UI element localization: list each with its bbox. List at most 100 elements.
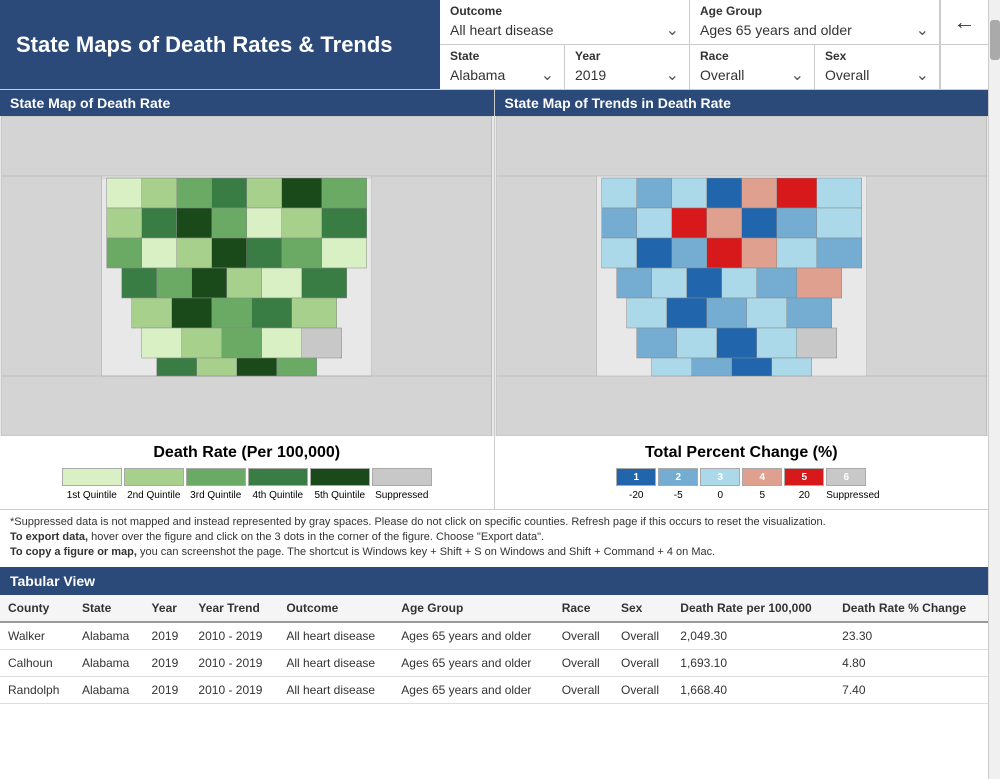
race-filter[interactable]: Race Overall ⌄ [690,45,815,89]
table-header-row: County State Year Year Trend Outcome Age… [0,595,988,622]
trend-legend-box: 1 [616,468,656,486]
death-rate-legend-title: Death Rate (Per 100,000) [10,444,484,462]
table-cell: Overall [554,650,613,677]
legend-box [62,468,122,486]
scrollbar[interactable] [988,0,1000,779]
table-cell: All heart disease [278,622,393,650]
outcome-value: All heart disease [450,22,554,38]
table-cell: Calhoun [0,650,74,677]
outcome-filter[interactable]: Outcome All heart disease ⌄ [440,0,690,44]
note-export-bold: To export data, [10,531,88,543]
table-container[interactable]: County State Year Year Trend Outcome Age… [0,595,988,704]
age-group-filter[interactable]: Age Group Ages 65 years and older ⌄ [690,0,940,44]
legend-box [124,468,184,486]
state-dropdown[interactable]: Alabama ⌄ [450,65,554,85]
table-cell: Alabama [74,677,144,704]
death-rate-map[interactable] [0,116,494,436]
year-dropdown[interactable]: 2019 ⌄ [575,65,679,85]
data-table: County State Year Year Trend Outcome Age… [0,595,988,704]
table-cell: 7.40 [834,677,988,704]
legend-label: 4th Quintile [248,490,308,501]
table-cell: 2010 - 2019 [190,650,278,677]
col-year: Year [144,595,191,622]
table-cell: Walker [0,622,74,650]
col-death-rate: Death Rate per 100,000 [672,595,834,622]
table-row: WalkerAlabama20192010 - 2019All heart di… [0,622,988,650]
trend-legend-box: 6 [826,468,866,486]
trend-legend-box: 4 [742,468,782,486]
note-suppressed: *Suppressed data is not mapped and inste… [10,516,978,528]
note-export-text: hover over the figure and click on the 3… [91,531,544,543]
death-rate-map-header: State Map of Death Rate [0,90,494,116]
table-cell: Ages 65 years and older [393,622,553,650]
tabular-header: Tabular View [0,567,988,595]
trend-map[interactable] [495,116,989,436]
table-cell: Overall [613,622,672,650]
sex-label: Sex [825,49,929,63]
race-value: Overall [700,67,744,83]
outcome-label: Outcome [450,4,679,18]
trend-legend-box: 3 [700,468,740,486]
state-chevron-icon: ⌄ [541,65,554,85]
state-value: Alabama [450,67,505,83]
note-export: To export data, hover over the figure an… [10,531,978,543]
tabular-title: Tabular View [10,573,95,589]
death-rate-map-title: State Map of Death Rate [10,95,170,111]
table-cell: 2010 - 2019 [190,622,278,650]
table-cell: 4.80 [834,650,988,677]
outcome-dropdown[interactable]: All heart disease ⌄ [450,20,679,40]
scroll-thumb[interactable] [990,20,1000,60]
table-cell: 2,049.30 [672,622,834,650]
table-cell: Overall [554,677,613,704]
table-cell: Ages 65 years and older [393,650,553,677]
year-label: Year [575,49,679,63]
trend-map-title: State Map of Trends in Death Rate [505,95,731,111]
col-year-trend: Year Trend [190,595,278,622]
race-dropdown[interactable]: Overall ⌄ [700,65,804,85]
age-group-dropdown[interactable]: Ages 65 years and older ⌄ [700,20,929,40]
table-cell: All heart disease [278,677,393,704]
year-chevron-icon: ⌄ [666,65,679,85]
back-icon: ← [954,9,976,35]
legend-label: 2nd Quintile [124,490,184,501]
note-copy: To copy a figure or map, you can screens… [10,546,978,558]
trend-label-0: 0 [700,490,740,501]
col-county: County [0,595,74,622]
table-cell: Overall [554,622,613,650]
outcome-chevron-icon: ⌄ [666,20,679,40]
trend-legend: Total Percent Change (%) 123456 -20 -5 0… [495,436,989,509]
table-cell: Overall [613,650,672,677]
death-rate-legend: Death Rate (Per 100,000) 1st Quintile2nd… [0,436,494,509]
state-filter[interactable]: State Alabama ⌄ [440,45,565,89]
legend-box [248,468,308,486]
table-row: RandolphAlabama20192010 - 2019All heart … [0,677,988,704]
death-rate-map-panel: State Map of Death Rate [0,90,495,509]
col-sex: Sex [613,595,672,622]
trend-map-header: State Map of Trends in Death Rate [495,90,989,116]
state-label: State [450,49,554,63]
page-title: State Maps of Death Rates & Trends [0,0,440,89]
trend-label-neg5: -5 [658,490,698,501]
col-death-rate-change: Death Rate % Change [834,595,988,622]
legend-label: 1st Quintile [62,490,122,501]
sex-filter[interactable]: Sex Overall ⌄ [815,45,940,89]
table-cell: 2010 - 2019 [190,677,278,704]
trend-label-suppressed: Suppressed [826,490,866,501]
table-cell: Randolph [0,677,74,704]
year-filter[interactable]: Year 2019 ⌄ [565,45,690,89]
legend-label: 5th Quintile [310,490,370,501]
table-row: CalhounAlabama20192010 - 2019All heart d… [0,650,988,677]
table-cell: 1,693.10 [672,650,834,677]
col-outcome: Outcome [278,595,393,622]
race-chevron-icon: ⌄ [791,65,804,85]
notes-section: *Suppressed data is not mapped and inste… [0,509,988,567]
trend-label-20: 20 [784,490,824,501]
back-button[interactable]: ← [940,0,988,44]
col-state: State [74,595,144,622]
table-cell: 2019 [144,622,191,650]
col-age-group: Age Group [393,595,553,622]
trend-legend-title: Total Percent Change (%) [505,444,979,462]
age-group-chevron-icon: ⌄ [916,20,929,40]
table-cell: All heart disease [278,650,393,677]
sex-dropdown[interactable]: Overall ⌄ [825,65,929,85]
